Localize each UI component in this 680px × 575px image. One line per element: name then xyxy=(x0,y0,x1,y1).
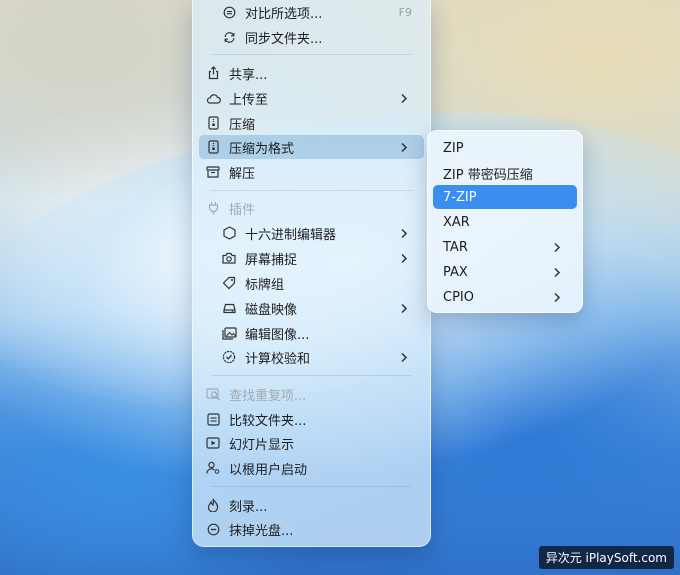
compress-format-submenu: ZIP ZIP 带密码压缩 7-ZIP XAR TAR PAX CPIO xyxy=(427,130,583,313)
menu-item-checksum[interactable]: 计算校验和 xyxy=(199,345,424,369)
menu-item-label: 插件 xyxy=(229,202,256,218)
chevron-right-icon xyxy=(400,228,416,239)
zip-icon xyxy=(205,115,221,131)
camera-icon xyxy=(221,250,237,266)
menu-item-label: 上传至 xyxy=(229,92,269,108)
menu-item-burn[interactable]: 刻录... xyxy=(199,493,424,517)
compare-icon xyxy=(221,4,237,20)
context-menu: 对比所选项... F9 同步文件夹... 共享... 上传至 压缩 压缩为格式 … xyxy=(192,0,431,547)
submenu-item-zip[interactable]: ZIP xyxy=(433,136,577,160)
root-user-icon xyxy=(205,460,221,476)
menu-item-label: 抹掉光盘... xyxy=(229,523,294,539)
menu-item-tag-group[interactable]: 标牌组 xyxy=(199,271,424,295)
menu-item-label: 解压 xyxy=(229,166,256,182)
submenu-item-label: TAR xyxy=(443,239,468,255)
submenu-item-label: XAR xyxy=(443,214,470,230)
menu-separator xyxy=(211,375,412,376)
erase-icon xyxy=(205,521,221,537)
site-watermark: 异次元 iPlaySoft.com xyxy=(538,546,674,569)
menu-item-label: 对比所选项... xyxy=(245,6,323,22)
chevron-right-icon xyxy=(553,267,569,278)
chevron-right-icon xyxy=(400,303,416,314)
extract-icon xyxy=(205,164,221,180)
checksum-icon xyxy=(221,349,237,365)
chevron-right-icon xyxy=(400,142,416,153)
submenu-item-tar[interactable]: TAR xyxy=(433,235,577,259)
submenu-item-label: ZIP 带密码压缩 xyxy=(443,167,533,183)
sync-icon xyxy=(221,29,237,45)
chevron-right-icon xyxy=(400,352,416,363)
menu-item-label: 压缩为格式 xyxy=(229,141,295,157)
submenu-item-7zip[interactable]: 7-ZIP xyxy=(433,185,577,209)
menu-item-label: 压缩 xyxy=(229,117,256,133)
submenu-item-cpio[interactable]: CPIO xyxy=(433,285,577,309)
menu-item-upload-to[interactable]: 上传至 xyxy=(199,86,424,110)
menu-item-label: 计算校验和 xyxy=(245,351,311,367)
menu-item-label: 共享... xyxy=(229,67,268,83)
menu-separator xyxy=(211,54,412,55)
menu-item-launch-as-root[interactable]: 以根用户启动 xyxy=(199,456,424,480)
menu-item-erase-disc[interactable]: 抹掉光盘... xyxy=(199,517,424,541)
menu-item-label: 以根用户启动 xyxy=(229,462,308,478)
share-icon xyxy=(205,65,221,81)
menu-item-compare-selected[interactable]: 对比所选项... F9 xyxy=(199,0,424,24)
zip-icon xyxy=(205,139,221,155)
hexagon-icon xyxy=(221,225,237,241)
menu-item-plugins-header: 插件 xyxy=(199,196,424,220)
menu-item-edit-image[interactable]: 编辑图像... xyxy=(199,321,424,345)
menu-item-compress-as-format[interactable]: 压缩为格式 xyxy=(199,135,424,159)
menu-item-label: 十六进制编辑器 xyxy=(245,227,337,243)
chevron-right-icon xyxy=(400,93,416,104)
menu-item-label: 磁盘映像 xyxy=(245,302,298,318)
slideshow-icon xyxy=(205,435,221,451)
menu-item-slideshow[interactable]: 幻灯片显示 xyxy=(199,431,424,455)
compare-folder-icon xyxy=(205,411,221,427)
find-duplicates-icon xyxy=(205,386,221,402)
submenu-item-pax[interactable]: PAX xyxy=(433,260,577,284)
cloud-icon xyxy=(205,90,221,106)
submenu-item-label: CPIO xyxy=(443,289,474,305)
menu-separator xyxy=(211,190,412,191)
menu-separator xyxy=(211,486,412,487)
shortcut-label: F9 xyxy=(398,5,412,19)
menu-item-find-duplicates: 查找重复项... xyxy=(199,382,424,406)
menu-item-label: 同步文件夹... xyxy=(245,31,323,47)
menu-item-label: 屏幕捕捉 xyxy=(245,252,298,268)
menu-item-compress[interactable]: 压缩 xyxy=(199,111,424,135)
menu-item-label: 刻录... xyxy=(229,499,268,515)
menu-item-label: 标牌组 xyxy=(245,277,285,293)
tag-icon xyxy=(221,275,237,291)
menu-item-disk-image[interactable]: 磁盘映像 xyxy=(199,296,424,320)
menu-item-share[interactable]: 共享... xyxy=(199,61,424,85)
chevron-right-icon xyxy=(553,292,569,303)
menu-item-label: 查找重复项... xyxy=(229,388,307,404)
menu-item-compare-folders[interactable]: 比较文件夹... xyxy=(199,407,424,431)
chevron-right-icon xyxy=(553,242,569,253)
submenu-item-zip-password[interactable]: ZIP 带密码压缩 xyxy=(433,161,577,185)
menu-item-screen-capture[interactable]: 屏幕捕捉 xyxy=(199,246,424,270)
menu-item-label: 编辑图像... xyxy=(245,327,310,343)
menu-item-extract[interactable]: 解压 xyxy=(199,160,424,184)
menu-item-hex-editor[interactable]: 十六进制编辑器 xyxy=(199,221,424,245)
menu-item-label: 比较文件夹... xyxy=(229,413,307,429)
chevron-right-icon xyxy=(400,253,416,264)
submenu-item-xar[interactable]: XAR xyxy=(433,210,577,234)
menu-item-sync-folder[interactable]: 同步文件夹... xyxy=(199,25,424,49)
image-icon xyxy=(221,325,237,341)
burn-icon xyxy=(205,497,221,513)
plugin-icon xyxy=(205,200,221,216)
submenu-item-label: PAX xyxy=(443,264,468,280)
submenu-item-label: ZIP xyxy=(443,140,464,156)
disk-icon xyxy=(221,300,237,316)
submenu-item-label: 7-ZIP xyxy=(443,189,477,205)
menu-item-label: 幻灯片显示 xyxy=(229,437,295,453)
